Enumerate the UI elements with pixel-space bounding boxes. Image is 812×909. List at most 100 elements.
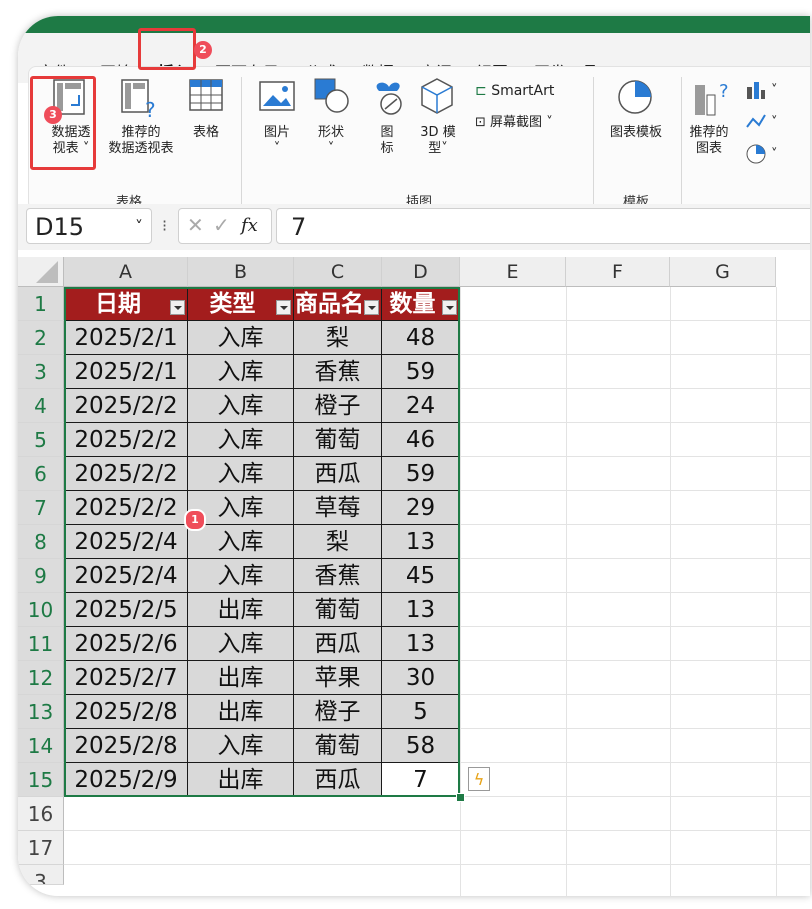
chevron-down-icon[interactable]: ˅ (771, 83, 778, 99)
table-cell[interactable]: 葡萄 (294, 729, 382, 763)
table-cell[interactable]: 西瓜 (294, 457, 382, 491)
row-header[interactable]: 6 (18, 457, 64, 491)
table-cell[interactable]: 5 (382, 695, 460, 729)
table-cell[interactable]: 29 (382, 491, 460, 525)
table-cell[interactable]: 梨 (294, 321, 382, 355)
table-cell[interactable]: 2025/2/9 (64, 763, 188, 797)
table-cell[interactable]: 入库 (188, 389, 294, 423)
table-cell[interactable]: 2025/2/1 (64, 355, 188, 389)
name-box[interactable]: D15 ˅ (26, 208, 152, 244)
table-cell[interactable]: 入库 (188, 355, 294, 389)
confirm-icon[interactable]: ✓ (213, 213, 230, 237)
table-cell[interactable]: 2025/2/1 (64, 321, 188, 355)
row-header[interactable]: 10 (18, 593, 64, 627)
filter-dropdown-icon[interactable] (276, 300, 291, 315)
table-cell[interactable]: 2025/2/5 (64, 593, 188, 627)
icons-button[interactable]: 图 标 (369, 125, 405, 157)
table-header-cell[interactable]: 日期 (64, 287, 188, 321)
table-cell[interactable]: 入库 (188, 457, 294, 491)
table-cell[interactable]: 13 (382, 525, 460, 559)
filter-dropdown-icon[interactable] (364, 300, 379, 315)
table-cell[interactable]: 入库 (188, 423, 294, 457)
smartart-button[interactable]: ⊏ SmartArt (475, 83, 554, 99)
screenshot-button[interactable]: ⊡ 屏幕截图 ˅ (475, 115, 553, 131)
table-cell[interactable]: 入库 (188, 321, 294, 355)
worksheet-grid[interactable]: A B C D E F G 1 2 3 4 5 6 7 8 9 10 11 12 13 14 15 16 17 3 日期 类型 商品名… (18, 257, 810, 896)
row-header[interactable]: 3 (18, 355, 64, 389)
table-cell[interactable]: 葡萄 (294, 593, 382, 627)
active-cell[interactable]: 7 (382, 763, 460, 797)
table-cell[interactable]: 2025/2/8 (64, 695, 188, 729)
formula-input[interactable]: 7 (276, 208, 810, 244)
column-chart-icon[interactable] (745, 79, 767, 101)
cancel-icon[interactable]: ✕ (187, 213, 204, 237)
table-cell[interactable]: 45 (382, 559, 460, 593)
row-header[interactable]: 11 (18, 627, 64, 661)
row-header[interactable]: 17 (18, 831, 64, 865)
chart-template-button[interactable]: 图表模板 (603, 125, 669, 141)
line-chart-icon[interactable] (745, 111, 767, 133)
table-cell[interactable]: 香蕉 (294, 559, 382, 593)
recommended-pivot-button[interactable]: 推荐的 数据透视表 (101, 125, 181, 157)
shapes-button[interactable]: 形状 ˅ (309, 125, 353, 157)
row-header[interactable]: 14 (18, 729, 64, 763)
table-header-cell[interactable]: 商品名 (294, 287, 382, 321)
chevron-down-icon[interactable]: ˅ (771, 147, 778, 163)
table-cell[interactable]: 西瓜 (294, 763, 382, 797)
table-cell[interactable]: 2025/2/2 (64, 491, 188, 525)
row-header[interactable]: 8 (18, 525, 64, 559)
chevron-down-icon[interactable]: ˅ (771, 115, 778, 131)
table-cell[interactable]: 梨 (294, 525, 382, 559)
3d-models-button[interactable]: 3D 模 型˅ (413, 125, 463, 157)
table-cell[interactable]: 46 (382, 423, 460, 457)
table-cell[interactable]: 入库 (188, 559, 294, 593)
table-cell[interactable]: 苹果 (294, 661, 382, 695)
table-cell[interactable]: 出库 (188, 695, 294, 729)
row-header[interactable]: 3 (18, 865, 64, 885)
chevron-down-icon[interactable]: ˅ (135, 209, 143, 245)
table-cell[interactable]: 2025/2/4 (64, 559, 188, 593)
row-header[interactable]: 15 (18, 763, 64, 797)
more-options-icon[interactable]: ⁝ (162, 216, 167, 235)
table-header-cell[interactable]: 类型 (188, 287, 294, 321)
row-header[interactable]: 1 (18, 287, 64, 321)
select-all-corner[interactable] (18, 257, 64, 287)
row-header[interactable]: 16 (18, 797, 64, 831)
filter-dropdown-icon[interactable] (442, 300, 457, 315)
column-header-c[interactable]: C (294, 257, 382, 287)
column-header-f[interactable]: F (566, 257, 670, 287)
table-cell[interactable]: 59 (382, 457, 460, 491)
table-cell[interactable]: 13 (382, 593, 460, 627)
column-header-d[interactable]: D (382, 257, 460, 287)
table-cell[interactable]: 出库 (188, 593, 294, 627)
row-header[interactable]: 5 (18, 423, 64, 457)
table-cell[interactable]: 入库 (188, 729, 294, 763)
table-cell[interactable]: 出库 (188, 763, 294, 797)
table-cell[interactable]: 2025/2/2 (64, 423, 188, 457)
table-cell[interactable]: 48 (382, 321, 460, 355)
table-cell[interactable]: 出库 (188, 661, 294, 695)
pie-chart-icon[interactable] (745, 143, 767, 165)
table-cell[interactable]: 13 (382, 627, 460, 661)
table-button[interactable]: 表格 (185, 125, 227, 141)
table-cell[interactable]: 58 (382, 729, 460, 763)
row-header[interactable]: 9 (18, 559, 64, 593)
recommended-charts-button[interactable]: 推荐的 图表 (685, 125, 733, 157)
row-header[interactable]: 7 (18, 491, 64, 525)
table-cell[interactable]: 葡萄 (294, 423, 382, 457)
table-cell[interactable]: 2025/2/2 (64, 389, 188, 423)
filter-dropdown-icon[interactable] (170, 300, 185, 315)
table-cell[interactable]: 入库 (188, 627, 294, 661)
table-cell[interactable]: 草莓 (294, 491, 382, 525)
table-cell[interactable]: 橙子 (294, 389, 382, 423)
picture-button[interactable]: 图片 ˅ (255, 125, 299, 157)
row-header[interactable]: 12 (18, 661, 64, 695)
column-header-a[interactable]: A (64, 257, 188, 287)
table-cell[interactable]: 西瓜 (294, 627, 382, 661)
row-header[interactable]: 2 (18, 321, 64, 355)
table-cell[interactable]: 2025/2/4 (64, 525, 188, 559)
insert-function-icon[interactable]: fx (241, 215, 258, 236)
table-cell[interactable]: 2025/2/2 (64, 457, 188, 491)
table-cell[interactable]: 2025/2/7 (64, 661, 188, 695)
table-header-cell[interactable]: 数量 (382, 287, 460, 321)
